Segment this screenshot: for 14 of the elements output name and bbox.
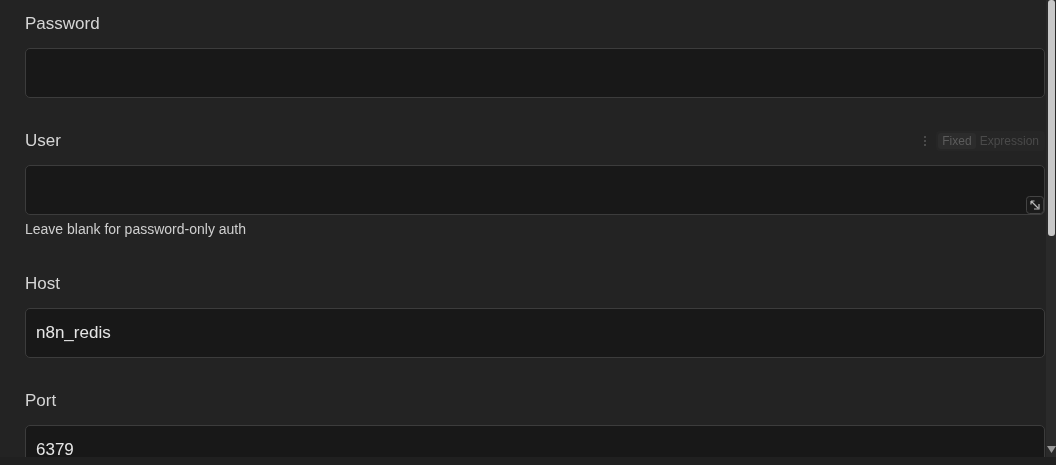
scrollbar[interactable]: [1046, 0, 1056, 457]
input-field[interactable]: 6379: [25, 425, 1045, 457]
input-field[interactable]: [25, 165, 1045, 215]
scroll-down-icon[interactable]: [1047, 446, 1056, 453]
field-label: Port: [25, 391, 57, 411]
field-label: Host: [25, 274, 60, 294]
field-hint: Leave blank for password-only auth: [25, 222, 248, 237]
input-field[interactable]: n8n_redis: [25, 308, 1045, 358]
scrollbar-thumb[interactable]: [1048, 0, 1055, 236]
input-field[interactable]: [25, 48, 1045, 98]
field-label: Password: [25, 14, 100, 34]
field-label: User: [25, 131, 61, 151]
more-options-icon[interactable]: [923, 135, 928, 147]
expand-icon[interactable]: [1026, 196, 1044, 214]
